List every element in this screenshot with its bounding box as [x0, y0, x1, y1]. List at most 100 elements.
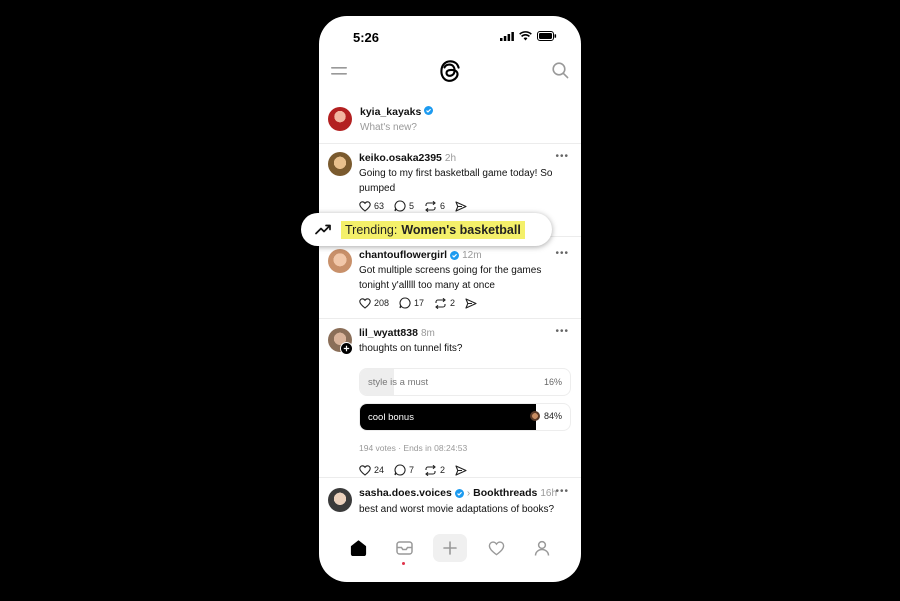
- trending-topic: Women's basketball: [401, 222, 521, 237]
- battery-icon: [537, 31, 557, 41]
- post-card[interactable]: sasha.does.voices › Bookthreads 16h ••• …: [319, 487, 581, 527]
- plus-icon: [443, 541, 457, 555]
- verified-badge-icon: [454, 488, 464, 498]
- follow-plus-icon[interactable]: [340, 342, 353, 355]
- comment-icon: [394, 200, 406, 212]
- comment-icon: [399, 297, 411, 309]
- status-time: 5:26: [353, 30, 380, 45]
- share-button[interactable]: [455, 464, 467, 476]
- post-username[interactable]: keiko.osaka2395: [359, 152, 442, 164]
- avatar[interactable]: [328, 488, 352, 512]
- signal-icon: [500, 31, 514, 41]
- share-button[interactable]: [465, 297, 477, 309]
- poll-option[interactable]: style is a must 16%: [359, 368, 571, 396]
- notification-dot: [402, 562, 405, 565]
- verified-badge-icon: [450, 250, 460, 260]
- like-count: 24: [374, 465, 385, 475]
- trending-pill[interactable]: Trending: Women's basketball: [301, 213, 552, 246]
- post-username[interactable]: chantouflowergirl: [359, 249, 447, 261]
- share-button[interactable]: [455, 200, 467, 212]
- community-name[interactable]: Bookthreads: [473, 487, 537, 499]
- like-button[interactable]: 208: [359, 297, 390, 309]
- post-time: 8m: [420, 327, 435, 339]
- search-icon[interactable]: [552, 62, 569, 79]
- nav-create[interactable]: [433, 534, 467, 562]
- repost-button[interactable]: 2: [424, 464, 446, 476]
- repost-count: 2: [440, 465, 446, 475]
- more-options-icon[interactable]: •••: [555, 248, 569, 259]
- reply-button[interactable]: 7: [394, 464, 414, 476]
- more-options-icon[interactable]: •••: [555, 326, 569, 337]
- like-button[interactable]: 24: [359, 464, 385, 476]
- post-header: lil_wyatt838 8m: [359, 327, 435, 339]
- avatar[interactable]: [328, 152, 352, 176]
- reply-count: 5: [409, 201, 415, 211]
- poll-option[interactable]: cool bonus 84%: [359, 403, 571, 431]
- post-actions: 63 5 6: [359, 200, 477, 212]
- more-options-icon[interactable]: •••: [555, 151, 569, 162]
- heart-icon: [359, 297, 371, 309]
- post-username[interactable]: lil_wyatt838: [359, 327, 418, 339]
- reply-count: 7: [409, 465, 415, 475]
- post-header: chantouflowergirl 12m: [359, 249, 482, 261]
- reply-button[interactable]: 5: [394, 200, 414, 212]
- home-icon: [350, 540, 366, 556]
- status-icons: [500, 31, 557, 41]
- avatar[interactable]: [328, 249, 352, 273]
- divider: [319, 477, 581, 478]
- chevron-right-icon: ›: [466, 487, 471, 499]
- trending-prefix: Trending:: [345, 222, 398, 237]
- composer-input[interactable]: What's new?: [360, 122, 417, 133]
- repost-icon: [425, 200, 436, 212]
- post-text: best and worst movie adaptations of book…: [359, 504, 555, 515]
- profile-icon: [534, 540, 550, 556]
- menu-icon[interactable]: [331, 66, 347, 76]
- post-actions: 208 17 2: [359, 297, 487, 309]
- repost-count: 6: [440, 201, 446, 211]
- wifi-icon: [519, 31, 532, 41]
- reply-count: 17: [414, 298, 425, 308]
- status-bar: 5:26: [319, 16, 581, 56]
- avatar[interactable]: [328, 107, 352, 131]
- post-time: 2h: [444, 152, 457, 164]
- voter-avatar: [529, 411, 540, 421]
- nav-home[interactable]: [341, 534, 375, 562]
- like-button[interactable]: 63: [359, 200, 384, 212]
- poll-percent: 16%: [543, 377, 562, 387]
- post-text: thoughts on tunnel fits?: [359, 343, 463, 354]
- poll-option-label: style is a must: [368, 377, 429, 388]
- poll-percent-wrap: 84%: [529, 411, 562, 421]
- repost-button[interactable]: 6: [424, 200, 446, 212]
- post-text: Got multiple screens going for the games…: [359, 265, 542, 291]
- trending-label: Trending: Women's basketball: [341, 220, 525, 239]
- heart-icon: [488, 540, 504, 555]
- post-username[interactable]: sasha.does.voices: [359, 487, 452, 499]
- composer[interactable]: kyia_kayaks What's new?: [319, 104, 581, 146]
- like-count: 208: [374, 298, 390, 308]
- more-options-icon[interactable]: •••: [555, 487, 569, 497]
- username-text: kyia_kayaks: [360, 106, 422, 118]
- post-card[interactable]: keiko.osaka2395 2h ••• Going to my first…: [319, 150, 581, 222]
- nav-activity[interactable]: [479, 534, 513, 562]
- repost-icon: [425, 464, 436, 476]
- post-text: Going to my first basketball game today!…: [359, 168, 553, 194]
- post-header: sasha.does.voices › Bookthreads 16h: [359, 487, 557, 499]
- comment-icon: [394, 464, 406, 476]
- nav-profile[interactable]: [525, 534, 559, 562]
- bottom-nav: [319, 526, 581, 566]
- post-card[interactable]: lil_wyatt838 8m ••• thoughts on tunnel f…: [319, 326, 581, 487]
- reply-button[interactable]: 17: [399, 297, 424, 309]
- send-icon: [465, 297, 477, 309]
- nav-inbox[interactable]: [387, 534, 421, 565]
- post-card[interactable]: chantouflowergirl 12m ••• Got multiple s…: [319, 247, 581, 319]
- send-icon: [455, 200, 467, 212]
- poll-option-label: cool bonus: [368, 412, 414, 423]
- threads-logo-icon[interactable]: [439, 59, 461, 83]
- heart-icon: [359, 464, 371, 476]
- poll-meta: 194 votes · Ends in 08:24:53: [359, 443, 468, 453]
- post-header: keiko.osaka2395 2h: [359, 152, 456, 164]
- post-time: 12m: [462, 249, 482, 261]
- poll-percent: 84%: [543, 411, 562, 421]
- repost-button[interactable]: 2: [434, 297, 455, 309]
- divider: [319, 143, 581, 144]
